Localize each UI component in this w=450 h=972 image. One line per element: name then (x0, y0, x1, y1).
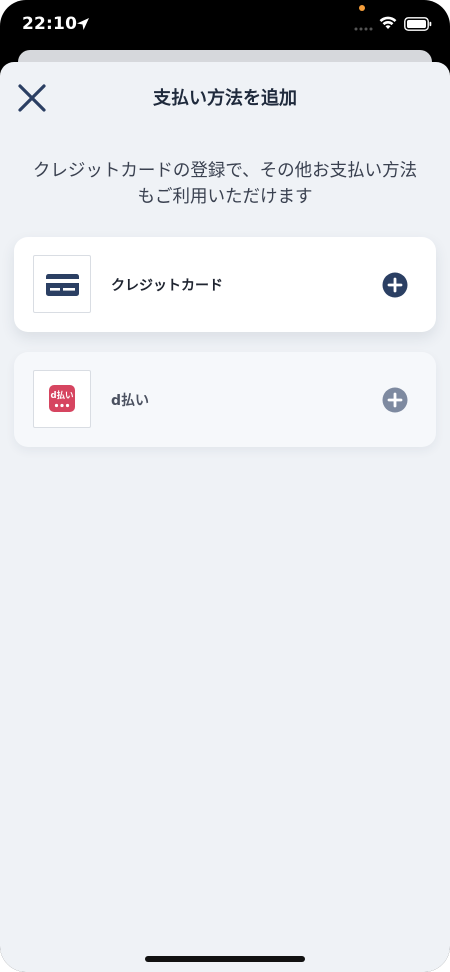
description-line-2: もご利用いただけます (137, 187, 313, 207)
d-payment-logo-box: d払い (33, 370, 91, 428)
page-title: 支払い方法を追加 (153, 88, 297, 109)
d-payment-logo: d払い (49, 385, 75, 412)
add-credit-card-icon[interactable] (382, 272, 408, 298)
battery-icon (404, 17, 432, 31)
description-line-1: クレジットカードの登録で、その他お支払い方法 (32, 161, 418, 181)
description-text: クレジットカードの登録で、その他お支払い方法 もご利用いただけます (10, 158, 440, 210)
add-d-payment-icon[interactable] (382, 387, 408, 413)
payment-method-label: クレジットカード (111, 278, 223, 294)
credit-card-icon (46, 274, 79, 296)
status-bar: 22:10 (0, 0, 450, 50)
location-arrow-icon (77, 18, 89, 30)
status-time: 22:10 (22, 14, 78, 34)
payment-method-d-payment[interactable]: d払い d払い (14, 352, 436, 447)
add-payment-sheet: 支払い方法を追加 クレジットカードの登録で、その他お支払い方法 もご利用いただけ… (0, 62, 450, 972)
home-indicator[interactable] (145, 956, 305, 962)
payment-method-label: d払い (111, 393, 150, 409)
d-payment-logo-text: d払い (50, 390, 73, 401)
credit-card-logo-box (33, 255, 91, 313)
privacy-indicator-dot (359, 5, 365, 11)
signal-icon (354, 27, 373, 31)
phone-screen: 22:10 支払い方法を追加 クレジットカードの登録で、その他お支払い方法 もご… (0, 0, 450, 972)
payment-method-credit-card[interactable]: クレジットカード (14, 237, 436, 332)
wifi-icon (379, 16, 397, 29)
sheet-header: 支払い方法を追加 (0, 62, 450, 130)
